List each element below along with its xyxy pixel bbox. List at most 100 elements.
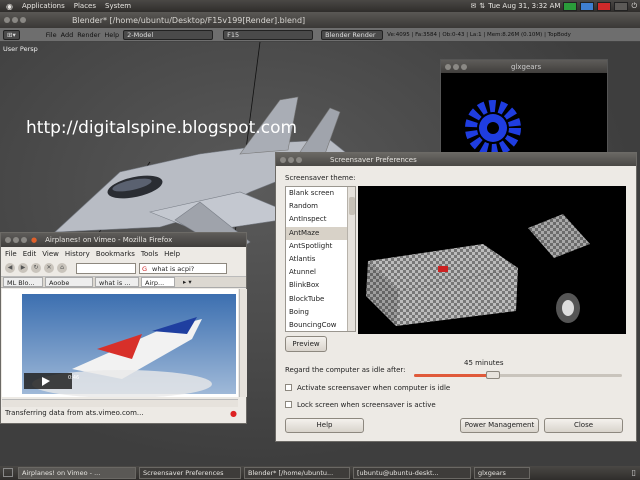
preview-button[interactable]: Preview — [285, 336, 327, 352]
theme-item[interactable]: BouncingCow — [286, 319, 355, 331]
lock-checkbox[interactable] — [285, 401, 292, 408]
theme-item[interactable]: BlockTube — [286, 293, 355, 306]
firefox-window-buttons[interactable] — [5, 237, 27, 243]
tab-1[interactable]: ML Blo... — [3, 277, 43, 287]
glxgears-window-buttons[interactable] — [445, 63, 467, 70]
taskbar-item-label: glxgears — [478, 469, 506, 477]
blender-menu-help[interactable]: Help — [104, 31, 119, 39]
firefox-menubar: File Edit View History Bookmarks Tools H… — [1, 247, 246, 260]
power-management-button[interactable]: Power Management — [460, 418, 539, 433]
ff-menu-file[interactable]: File — [5, 250, 17, 258]
theme-list[interactable]: Blank screen Random AntInspect AntMaze A… — [285, 186, 356, 332]
ff-menu-edit[interactable]: Edit — [23, 250, 37, 258]
editor-type-button[interactable]: ⊞▾ — [3, 29, 20, 40]
workspace-4[interactable] — [614, 1, 629, 11]
search-engine-icon[interactable]: G — [142, 264, 147, 274]
watermark-text: http://digitalspine.blogspot.com — [26, 118, 298, 138]
trash-icon[interactable]: ▯ — [632, 468, 636, 477]
workspace-1[interactable] — [563, 1, 578, 11]
theme-item[interactable]: AntInspect — [286, 213, 355, 226]
tab-list-icon[interactable]: ▸ ▾ — [183, 278, 192, 286]
scene-stats: Ve:4095 | Fa:3584 | Ob:0-43 | La:1 | Mem… — [387, 31, 571, 38]
ubuntu-logo-icon[interactable]: ◉ — [3, 2, 16, 11]
tab-4-active[interactable]: Airp... — [141, 277, 175, 287]
activate-label: Activate screensaver when computer is id… — [297, 384, 451, 392]
idle-slider-knob[interactable] — [486, 371, 501, 379]
antmaze-preview-render — [366, 214, 590, 326]
close-button-label: Close — [573, 421, 594, 429]
taskbar-item-screensaver[interactable]: Screensaver Preferences — [139, 467, 241, 479]
stop-icon[interactable]: ✕ — [44, 263, 54, 273]
theme-list-scrollbar[interactable] — [347, 187, 355, 331]
applications-menu[interactable]: Applications — [19, 2, 68, 10]
preview-button-label: Preview — [292, 340, 320, 348]
theme-item[interactable]: Boing — [286, 306, 355, 319]
ff-menu-tools[interactable]: Tools — [141, 250, 158, 258]
clock[interactable]: Tue Aug 31, 3:32 AM — [488, 2, 560, 10]
idle-slider[interactable] — [414, 371, 622, 379]
ff-menu-help[interactable]: Help — [164, 250, 180, 258]
workspace-3[interactable] — [597, 1, 612, 11]
system-menu[interactable]: System — [102, 2, 134, 10]
search-value: what is acpi? — [152, 264, 195, 273]
screensaver-titlebar[interactable]: Screensaver Preferences — [276, 153, 636, 166]
screensaver-preferences-dialog[interactable]: Screensaver Preferences Screensaver them… — [275, 152, 637, 442]
mail-icon[interactable]: ✉ — [470, 2, 476, 10]
taskbar-item-glxgears[interactable]: glxgears — [474, 467, 530, 479]
url-bar[interactable] — [76, 262, 136, 274]
taskbar-item-label: Screensaver Preferences — [143, 469, 224, 477]
help-button[interactable]: Help — [285, 418, 364, 433]
workspace-2[interactable] — [580, 1, 595, 11]
theme-item[interactable]: AntSpotlight — [286, 240, 355, 253]
adblock-icon[interactable]: ● — [230, 409, 237, 418]
idle-value: 45 minutes — [464, 359, 504, 367]
screensaver-window-buttons[interactable] — [280, 156, 302, 163]
blender-window-buttons[interactable] — [4, 17, 26, 23]
theme-item-selected[interactable]: AntMaze — [286, 226, 355, 240]
back-icon[interactable]: ◀ — [5, 263, 15, 273]
screen-layout-field[interactable]: 2-Model — [123, 29, 214, 40]
bottom-taskbar: Airplanes! on Vimeo - ... Screensaver Pr… — [0, 466, 640, 480]
tab-2[interactable]: Aoobe — [45, 277, 93, 287]
render-engine-select[interactable]: Blender Render — [321, 29, 384, 40]
vimeo-video-area[interactable]: 0:46 — [2, 289, 238, 397]
firefox-vertical-scrollbar[interactable] — [239, 289, 247, 397]
scene-field[interactable]: F15 — [223, 29, 314, 40]
show-desktop-icon[interactable] — [3, 468, 13, 477]
theme-item[interactable]: Blank screen — [286, 187, 355, 200]
blender-menu-add[interactable]: Add — [61, 31, 74, 39]
blender-title: Blender* [/home/ubuntu/Desktop/F15v199[R… — [72, 15, 306, 25]
glxgears-titlebar[interactable]: glxgears — [441, 60, 607, 73]
taskbar-item-blender[interactable]: Blender* [/home/ubuntu... — [244, 467, 350, 479]
firefox-horizontal-scrollbar[interactable] — [2, 399, 238, 407]
search-box[interactable]: G what is acpi? — [139, 262, 227, 274]
ff-menu-bookmarks[interactable]: Bookmarks — [96, 250, 135, 258]
theme-item[interactable]: Atlantis — [286, 253, 355, 266]
bookmark-tabs: ML Blo... Aoobe what is ... Airp... ▸ ▾ — [1, 276, 246, 288]
blender-menu-file[interactable]: File — [46, 31, 57, 39]
ff-menu-history[interactable]: History — [65, 250, 90, 258]
home-icon[interactable]: ⌂ — [57, 263, 67, 273]
theme-item[interactable]: Atunnel — [286, 266, 355, 279]
power-icon[interactable]: ⏻ — [631, 2, 637, 11]
idle-label: Regard the computer as idle after: — [285, 366, 406, 374]
network-icon[interactable]: ⇅ — [479, 2, 485, 10]
close-button[interactable]: Close — [544, 418, 623, 433]
glxgears-window[interactable]: glxgears — [440, 59, 608, 175]
activate-checkbox[interactable] — [285, 384, 292, 391]
taskbar-item-label: [ubuntu@ubuntu-deskt... — [357, 469, 439, 477]
taskbar-item-firefox[interactable]: Airplanes! on Vimeo - ... — [18, 467, 136, 479]
firefox-window[interactable]: ● Airplanes! on Vimeo - Mozilla Firefox … — [0, 232, 247, 424]
firefox-navbar: ◀ ▶ ↻ ✕ ⌂ G what is acpi? — [1, 260, 246, 276]
taskbar-item-terminal[interactable]: [ubuntu@ubuntu-deskt... — [353, 467, 471, 479]
ff-menu-view[interactable]: View — [42, 250, 59, 258]
forward-icon[interactable]: ▶ — [18, 263, 28, 273]
blender-menu-render[interactable]: Render — [77, 31, 100, 39]
reload-icon[interactable]: ↻ — [31, 263, 41, 273]
theme-item[interactable]: Random — [286, 200, 355, 213]
theme-list-scroll-thumb[interactable] — [349, 197, 355, 215]
theme-item[interactable]: BlinkBox — [286, 279, 355, 292]
places-menu[interactable]: Places — [71, 2, 99, 10]
firefox-titlebar[interactable]: ● Airplanes! on Vimeo - Mozilla Firefox — [1, 233, 246, 247]
tab-3[interactable]: what is ... — [95, 277, 139, 287]
